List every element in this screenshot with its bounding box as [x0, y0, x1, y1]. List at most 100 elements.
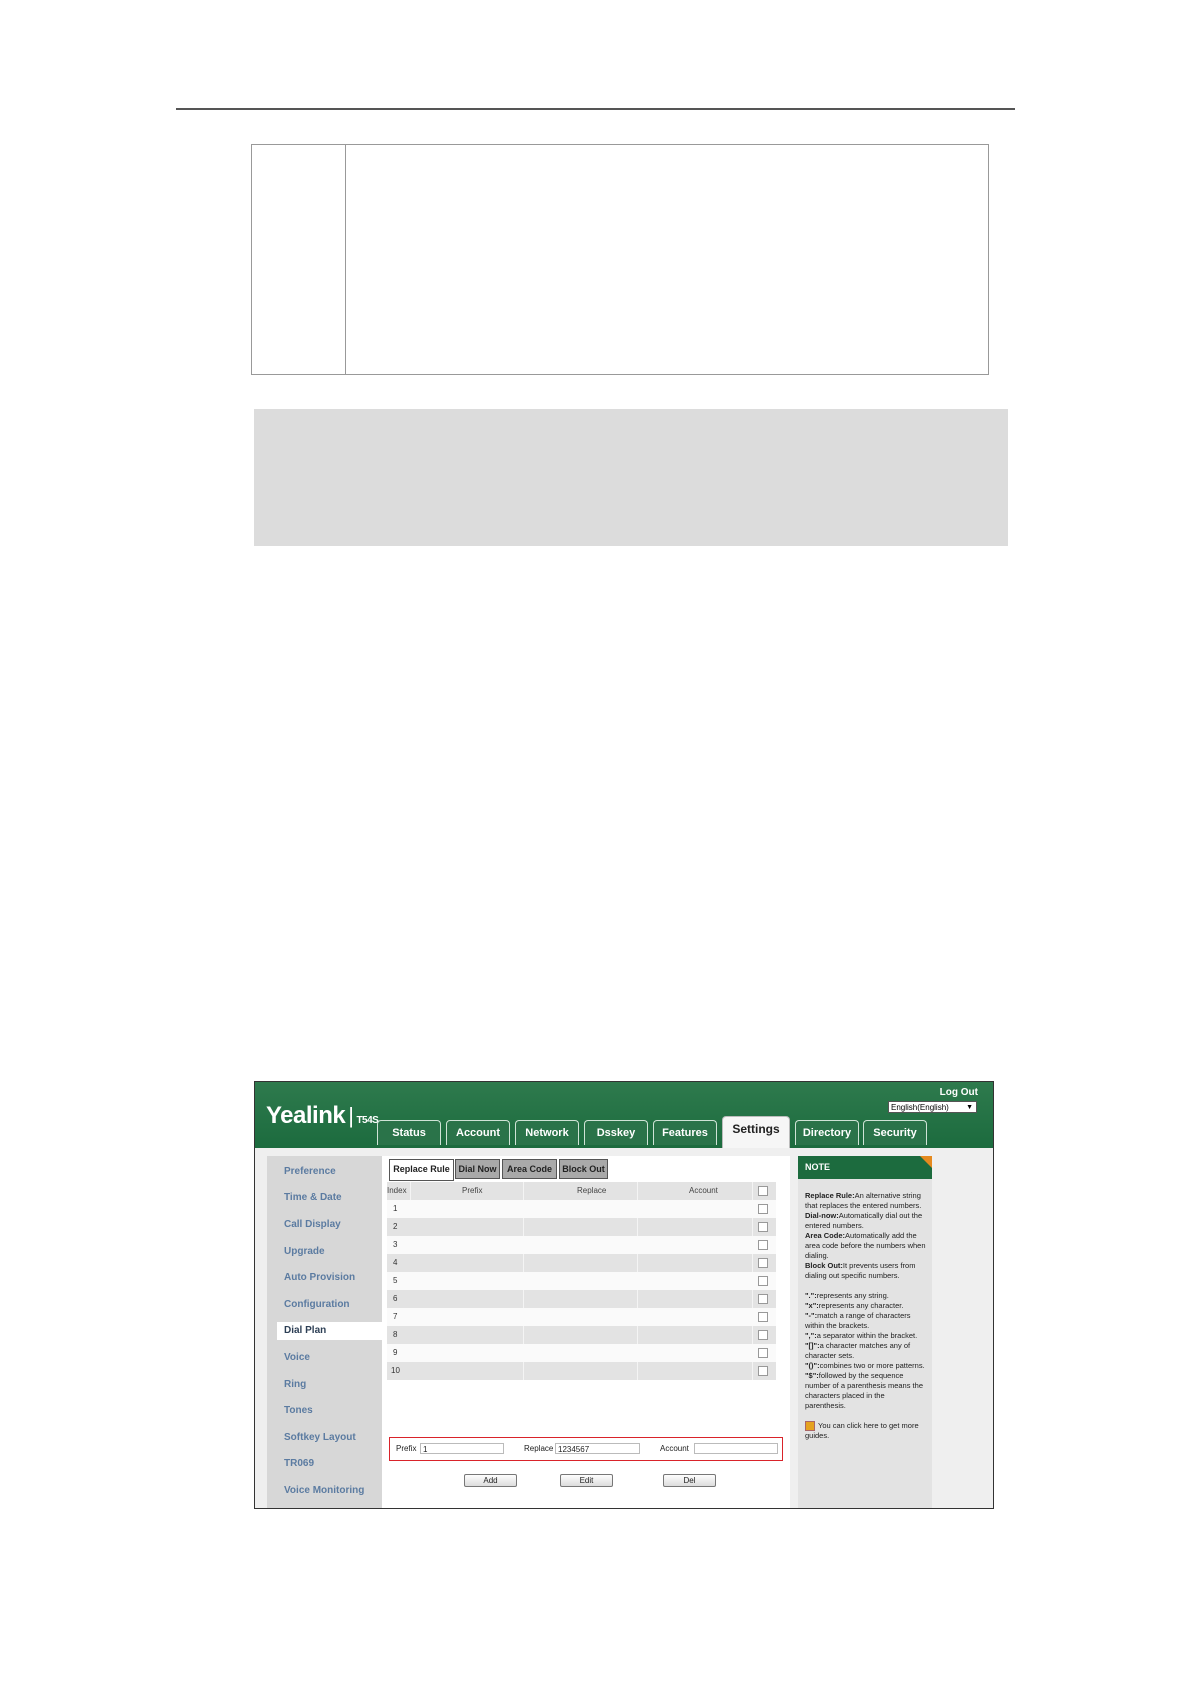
- tab-features[interactable]: Features: [653, 1120, 717, 1145]
- table-header: Index Prefix Replace Account: [387, 1182, 776, 1200]
- subtab-dial-now[interactable]: Dial Now: [455, 1159, 500, 1179]
- note-title: NOTE: [805, 1162, 831, 1172]
- row-checkbox[interactable]: [758, 1348, 768, 1358]
- page-header-rule: [176, 108, 1015, 110]
- tab-directory[interactable]: Directory: [795, 1120, 859, 1145]
- pattern-item: "()":combines two or more patterns.: [805, 1361, 925, 1370]
- table-row: 8: [387, 1326, 776, 1344]
- sidebar-item-voice-monitoring[interactable]: Voice Monitoring: [284, 1485, 364, 1496]
- tab-dsskey[interactable]: Dsskey: [584, 1120, 648, 1145]
- note-item: Dial-now:Automatically dial out the ente…: [805, 1211, 923, 1230]
- subtab-block-out[interactable]: Block Out: [559, 1159, 608, 1179]
- replace-label: Replace: [524, 1444, 554, 1453]
- add-button[interactable]: Add: [464, 1474, 517, 1487]
- note-header: NOTE: [798, 1156, 932, 1179]
- sidebar-item-dial-plan[interactable]: Dial Plan: [277, 1322, 382, 1340]
- row-index: 3: [393, 1240, 398, 1249]
- prefix-input[interactable]: 1: [420, 1443, 504, 1454]
- table-row: 10: [387, 1362, 776, 1380]
- row-checkbox[interactable]: [758, 1312, 768, 1322]
- column-divider: [637, 1254, 638, 1272]
- column-header-prefix: Prefix: [462, 1186, 483, 1195]
- row-checkbox[interactable]: [758, 1258, 768, 1268]
- top-bar: Yealink | T54S Log Out English(English) ▼ …: [255, 1082, 993, 1148]
- tab-settings[interactable]: Settings: [722, 1116, 790, 1148]
- table-row: 1: [387, 1200, 776, 1218]
- language-select[interactable]: English(English) ▼: [888, 1101, 977, 1113]
- logout-link[interactable]: Log Out: [940, 1087, 978, 1098]
- column-divider: [523, 1182, 524, 1200]
- replace-input[interactable]: 1234567: [555, 1443, 640, 1454]
- column-header-account: Account: [689, 1186, 718, 1195]
- note-item: Area Code:Automatically add the area cod…: [805, 1231, 926, 1260]
- settings-sidebar: Preference Time & Date Call Display Upgr…: [267, 1156, 382, 1508]
- edit-button[interactable]: Edit: [560, 1474, 613, 1487]
- sidebar-item-configuration[interactable]: Configuration: [284, 1299, 350, 1310]
- pattern-item: "$":followed by the sequence number of a…: [805, 1371, 923, 1410]
- select-all-checkbox[interactable]: [758, 1186, 768, 1196]
- sidebar-item-voice[interactable]: Voice: [284, 1352, 310, 1363]
- table-row: 4: [387, 1254, 776, 1272]
- row-checkbox[interactable]: [758, 1240, 768, 1250]
- prefix-label: Prefix: [396, 1444, 417, 1453]
- sidebar-item-preference[interactable]: Preference: [284, 1166, 336, 1177]
- sidebar-item-upgrade[interactable]: Upgrade: [284, 1246, 325, 1257]
- del-button[interactable]: Del: [663, 1474, 716, 1487]
- column-divider: [523, 1218, 524, 1236]
- sidebar-item-ring[interactable]: Ring: [284, 1379, 306, 1390]
- column-divider: [752, 1290, 753, 1308]
- note-box: [254, 409, 1008, 546]
- tab-account[interactable]: Account: [446, 1120, 510, 1145]
- column-divider: [752, 1362, 753, 1380]
- sidebar-item-time-date[interactable]: Time & Date: [284, 1192, 342, 1203]
- table-row: 5: [387, 1272, 776, 1290]
- row-checkbox[interactable]: [758, 1330, 768, 1340]
- parameter-table: [251, 144, 989, 375]
- row-index: 4: [393, 1258, 398, 1267]
- column-header-index: Index: [387, 1186, 407, 1195]
- note-item: Block Out:It prevents users from dialing…: [805, 1261, 916, 1280]
- row-index: 9: [393, 1348, 398, 1357]
- note-panel: NOTE Replace Rule:An alternative string …: [798, 1156, 932, 1508]
- row-checkbox[interactable]: [758, 1366, 768, 1376]
- account-input[interactable]: [694, 1443, 778, 1454]
- web-ui-screenshot: Yealink | T54S Log Out English(English) ▼ …: [254, 1081, 994, 1509]
- column-header-replace: Replace: [577, 1186, 607, 1195]
- row-index: 5: [393, 1276, 398, 1285]
- tab-status[interactable]: Status: [377, 1120, 441, 1145]
- sidebar-item-softkey-layout[interactable]: Softkey Layout: [284, 1432, 356, 1443]
- sidebar-item-auto-provision[interactable]: Auto Provision: [284, 1272, 355, 1283]
- column-divider: [523, 1254, 524, 1272]
- column-divider: [637, 1290, 638, 1308]
- sidebar-item-tr069[interactable]: TR069: [284, 1458, 314, 1469]
- table-row: 6: [387, 1290, 776, 1308]
- pattern-item: "-":match a range of characters within t…: [805, 1311, 911, 1330]
- sidebar-item-tones[interactable]: Tones: [284, 1405, 313, 1416]
- subtab-replace-rule[interactable]: Replace Rule: [389, 1159, 454, 1181]
- dial-plan-content: Replace Rule Dial Now Area Code Block Ou…: [382, 1156, 790, 1508]
- row-checkbox[interactable]: [758, 1276, 768, 1286]
- tab-network[interactable]: Network: [515, 1120, 579, 1145]
- column-divider: [752, 1218, 753, 1236]
- guide-link[interactable]: You can click here to get more guides.: [805, 1421, 927, 1441]
- row-checkbox[interactable]: [758, 1294, 768, 1304]
- sidebar-item-call-display[interactable]: Call Display: [284, 1219, 341, 1230]
- note-body: Replace Rule:An alternative string that …: [805, 1191, 927, 1441]
- table-row: 2: [387, 1218, 776, 1236]
- corner-fold-icon: [920, 1156, 932, 1168]
- tab-security[interactable]: Security: [863, 1120, 927, 1145]
- row-index: 10: [391, 1366, 400, 1375]
- column-divider: [523, 1326, 524, 1344]
- row-index: 7: [393, 1312, 398, 1321]
- column-divider: [637, 1182, 638, 1200]
- column-divider: [637, 1326, 638, 1344]
- chevron-down-icon: ▼: [966, 1104, 973, 1111]
- language-value: English(English): [891, 1103, 949, 1112]
- rule-input-row: Prefix 1 Replace 1234567 Account: [389, 1437, 783, 1461]
- subtab-area-code[interactable]: Area Code: [502, 1159, 557, 1179]
- column-divider: [523, 1362, 524, 1380]
- row-checkbox[interactable]: [758, 1222, 768, 1232]
- column-divider: [637, 1362, 638, 1380]
- row-checkbox[interactable]: [758, 1204, 768, 1214]
- pattern-item: "x":represents any character.: [805, 1301, 904, 1310]
